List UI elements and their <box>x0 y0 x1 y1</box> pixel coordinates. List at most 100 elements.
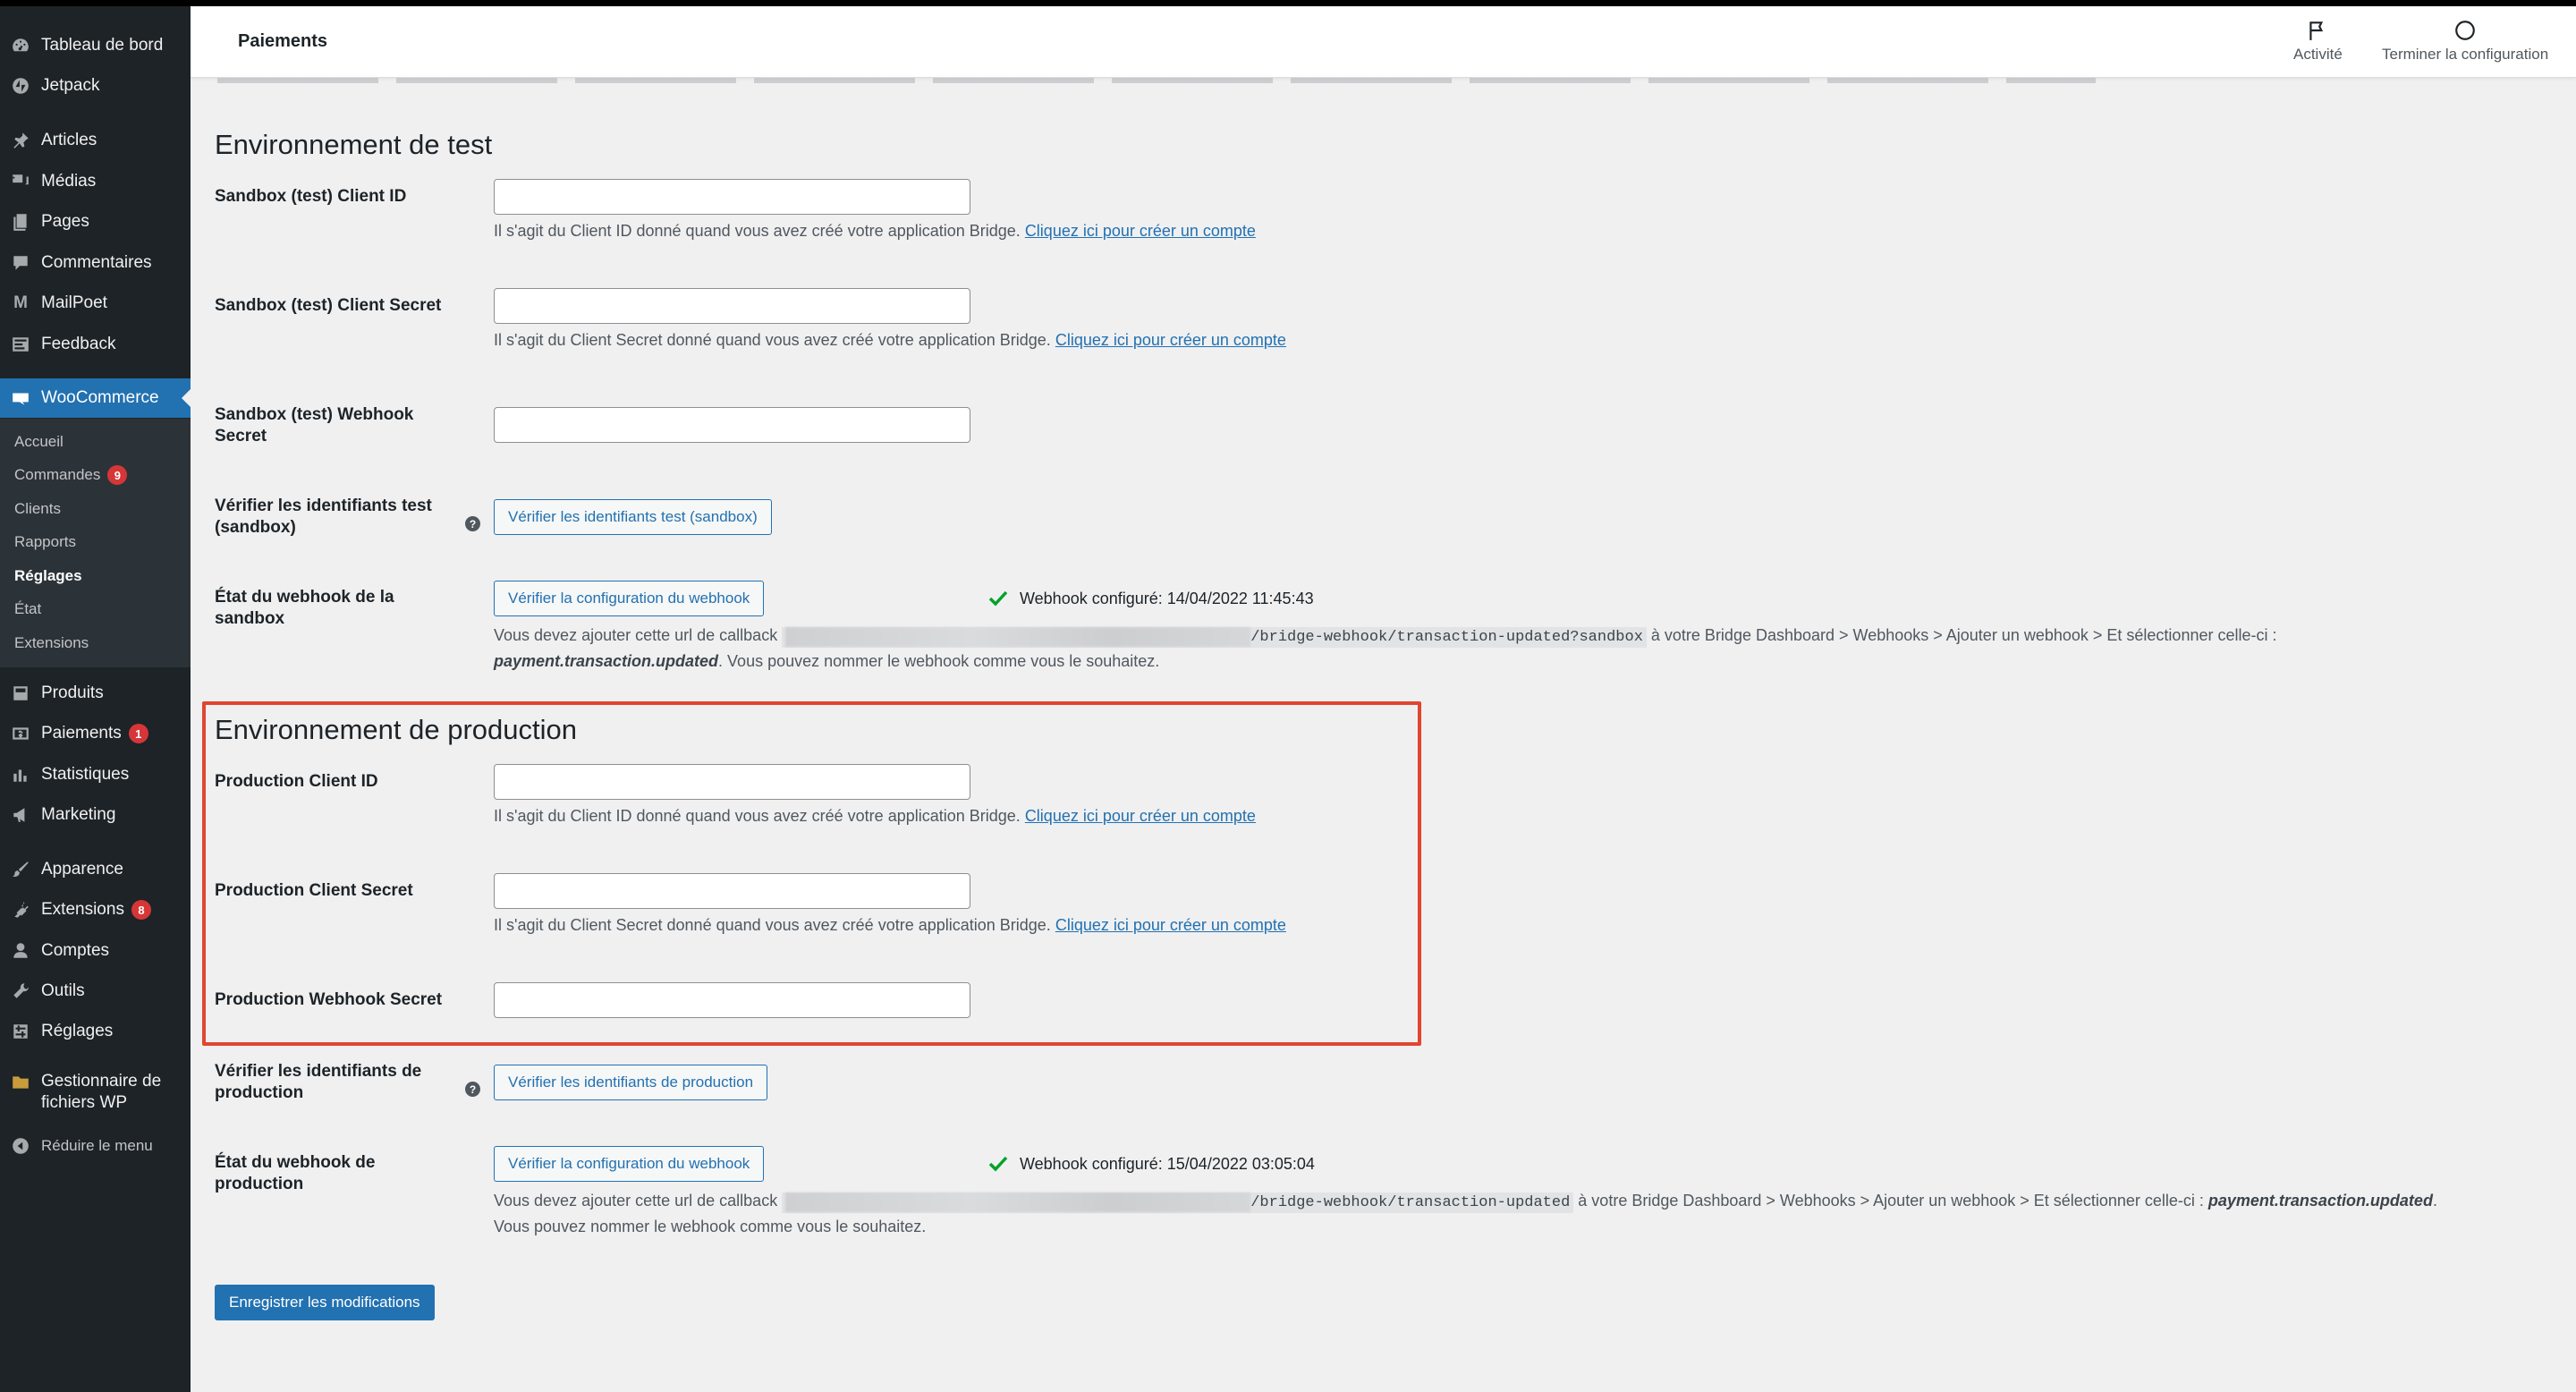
verify-production-webhook-button[interactable]: Vérifier la configuration du webhook <box>494 1146 765 1182</box>
sidebar-item-label: Extensions <box>41 900 124 919</box>
sandbox-webhook-secret-input[interactable] <box>494 407 970 443</box>
sidebar-item-label: Pages <box>41 212 89 231</box>
verify-sandbox-webhook-button[interactable]: Vérifier la configuration du webhook <box>494 581 765 616</box>
production-verify-credentials-label: Vérifier les identifiants de production <box>215 1062 422 1102</box>
verify-production-credentials-button[interactable]: Vérifier les identifiants de production <box>494 1065 768 1100</box>
sidebar-item-marketing[interactable]: Marketing <box>0 795 191 835</box>
sidebar-item-reglages[interactable]: Réglages <box>0 1012 191 1051</box>
admin-sidebar: Tableau de bord Jetpack Articles Médias <box>0 6 191 1392</box>
production-client-id-input[interactable] <box>494 764 970 800</box>
sandbox-client-id-label: Sandbox (test) Client ID <box>215 187 407 206</box>
description-text: Il s'agit du Client Secret donné quand v… <box>494 916 1051 934</box>
mailpoet-icon: M <box>13 293 28 312</box>
sidebar-item-label: WooCommerce <box>41 388 159 407</box>
create-account-link[interactable]: Cliquez ici pour créer un compte <box>1055 331 1286 349</box>
dashboard-icon <box>11 36 30 55</box>
sidebar-item-label: Feedback <box>41 335 116 353</box>
sidebar-item-label: Commentaires <box>41 253 152 272</box>
sidebar-item-extensions[interactable]: Extensions 8 <box>0 890 191 929</box>
production-client-id-label: Production Client ID <box>215 772 378 791</box>
sidebar-item-jetpack[interactable]: Jetpack <box>0 66 191 106</box>
sidebar-item-label: Comptes <box>41 941 110 960</box>
submenu-item-rapports[interactable]: Rapports <box>14 529 76 556</box>
megaphone-icon <box>11 805 30 825</box>
sidebar-item-paiements[interactable]: Paiements 1 <box>0 714 191 753</box>
production-webhook-secret-input[interactable] <box>494 982 970 1018</box>
sidebar-item-statistiques[interactable]: Statistiques <box>0 755 191 794</box>
sidebar-item-outils[interactable]: Outils <box>0 972 191 1011</box>
production-webhook-status: Webhook configuré: 15/04/2022 03:05:04 <box>987 1153 1315 1175</box>
create-account-link[interactable]: Cliquez ici pour créer un compte <box>1055 916 1286 934</box>
sidebar-item-label: Réduire le menu <box>41 1137 153 1154</box>
submenu-item-commandes[interactable]: Commandes 9 <box>14 462 128 488</box>
brush-icon <box>11 860 30 879</box>
sidebar-item-file-manager[interactable]: Gestionnaire de fichiers WP <box>0 1065 191 1119</box>
submenu-item-label: Réglages <box>14 567 82 584</box>
activity-button[interactable]: Activité <box>2293 19 2343 64</box>
settings-content: Environnement de test Sandbox (test) Cli… <box>191 78 2576 1392</box>
sidebar-item-feedback[interactable]: Feedback <box>0 325 191 364</box>
sandbox-callback-description: Vous devez ajouter cette url de callback… <box>494 624 2551 673</box>
submenu-item-label: Accueil <box>14 433 64 450</box>
sidebar-item-produits[interactable]: Produits <box>0 674 191 713</box>
help-icon[interactable]: ? <box>465 1082 480 1097</box>
sidebar-item-pages[interactable]: Pages <box>0 202 191 242</box>
create-account-link[interactable]: Cliquez ici pour créer un compte <box>1025 222 1256 240</box>
submenu-item-extensions[interactable]: Extensions <box>14 630 89 657</box>
payments-icon <box>11 724 30 743</box>
rename-note: . Vous pouvez nommer le webhook comme vo… <box>718 652 1160 670</box>
submenu-item-etat[interactable]: État <box>14 596 41 623</box>
callback-prefix: Vous devez ajouter cette url de callback <box>494 626 778 644</box>
sidebar-item-label: Outils <box>41 981 85 1000</box>
collapse-menu-button[interactable]: Réduire le menu <box>0 1126 191 1166</box>
scrolled-text-remnant <box>217 78 2096 83</box>
sandbox-verify-credentials-label: Vérifier les identifiants test (sandbox) <box>215 497 432 537</box>
create-account-link[interactable]: Cliquez ici pour créer un compte <box>1025 807 1256 825</box>
submenu-item-reglages[interactable]: Réglages <box>14 563 82 590</box>
finish-setup-button[interactable]: Terminer la configuration <box>2382 19 2548 64</box>
callback-suffix: à votre Bridge Dashboard > Webhooks > Aj… <box>1578 1192 2204 1210</box>
sandbox-client-id-input[interactable] <box>494 179 970 215</box>
sandbox-client-secret-label: Sandbox (test) Client Secret <box>215 296 442 315</box>
production-client-id-description: Il s'agit du Client ID donné quand vous … <box>494 804 1256 828</box>
woocommerce-submenu: Accueil Commandes 9 Clients Rapports Rég… <box>0 419 191 667</box>
user-icon <box>11 941 30 961</box>
callback-path: /bridge-webhook/transaction-updated <box>1250 1194 1571 1211</box>
page-title: Paiements <box>238 31 328 51</box>
sidebar-item-comptes[interactable]: Comptes <box>0 931 191 971</box>
sidebar-item-mailpoet[interactable]: M MailPoet <box>0 284 191 323</box>
sidebar-item-label: Réglages <box>41 1022 114 1040</box>
redacted-domain <box>785 1192 1251 1212</box>
verify-sandbox-credentials-button[interactable]: Vérifier les identifiants test (sandbox) <box>494 499 772 535</box>
sidebar-item-commentaires[interactable]: Commentaires <box>0 243 191 283</box>
sandbox-client-secret-description: Il s'agit du Client Secret donné quand v… <box>494 328 1286 352</box>
page-header: Paiements Activité Terminer la configura… <box>191 6 2576 78</box>
help-icon[interactable]: ? <box>465 516 480 531</box>
description-text: Il s'agit du Client ID donné quand vous … <box>494 807 1021 825</box>
sidebar-item-articles[interactable]: Articles <box>0 121 191 160</box>
sidebar-item-label: Marketing <box>41 805 116 824</box>
sidebar-item-apparence[interactable]: Apparence <box>0 850 191 889</box>
flag-icon <box>2309 21 2324 40</box>
sidebar-item-label: Gestionnaire de fichiers WP <box>41 1072 162 1112</box>
pin-icon <box>11 131 30 150</box>
sidebar-item-dashboard[interactable]: Tableau de bord <box>0 26 191 65</box>
comments-icon <box>11 253 30 273</box>
sidebar-item-medias[interactable]: Médias <box>0 162 191 201</box>
sidebar-item-woocommerce[interactable]: WooCommerce <box>0 378 191 418</box>
plugin-icon <box>11 900 30 920</box>
settings-icon <box>11 1022 30 1041</box>
sandbox-client-secret-input[interactable] <box>494 288 970 324</box>
production-webhook-secret-label: Production Webhook Secret <box>215 990 443 1009</box>
woocommerce-icon <box>11 388 30 408</box>
sandbox-webhook-status: Webhook configuré: 14/04/2022 11:45:43 <box>987 588 1314 609</box>
submenu-item-clients[interactable]: Clients <box>14 496 61 522</box>
production-client-secret-input[interactable] <box>494 873 970 909</box>
submenu-item-accueil[interactable]: Accueil <box>14 429 64 455</box>
description-text: Il s'agit du Client ID donné quand vous … <box>494 222 1021 240</box>
rename-note: Vous pouvez nommer le webhook comme vous… <box>494 1218 927 1235</box>
save-changes-button[interactable]: Enregistrer les modifications <box>215 1285 435 1320</box>
app-window: Tableau de bord Jetpack Articles Médias <box>0 6 2576 1392</box>
sandbox-webhook-secret-label: Sandbox (test) Webhook Secret <box>215 405 414 446</box>
sidebar-item-label: Paiements <box>41 724 122 743</box>
